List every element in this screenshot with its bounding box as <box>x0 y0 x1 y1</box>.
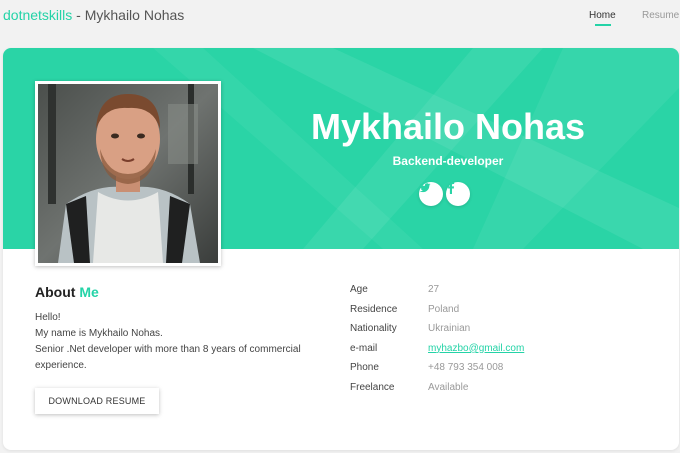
facebook-button[interactable] <box>446 182 470 206</box>
about-line: Hello! <box>35 312 61 323</box>
detail-row-email: e-mail myhazbo@gmail.com <box>350 343 650 363</box>
detail-label: Age <box>350 284 368 295</box>
about-line: My name is Mykhailo Nohas. <box>35 328 163 339</box>
detail-row-phone: Phone +48 793 354 008 <box>350 362 650 382</box>
detail-row-freelance: Freelance Available <box>350 382 650 402</box>
nav-active-indicator <box>595 24 611 26</box>
facebook-icon <box>448 182 455 194</box>
about-text: Hello! My name is Mykhailo Nohas. Senior… <box>35 310 325 374</box>
about-line: experience. <box>35 360 87 371</box>
personal-details-list: Age 27 Residence Poland Nationality Ukra… <box>350 284 650 402</box>
detail-label: Freelance <box>350 381 395 393</box>
detail-row-age: Age 27 <box>350 284 650 304</box>
detail-value: Available <box>428 381 469 393</box>
profile-card: Mykhailo Nohas Backend-developer About M… <box>3 48 679 450</box>
detail-label: Phone <box>350 362 379 374</box>
about-heading: About Me <box>35 284 99 300</box>
download-resume-button[interactable]: DOWNLOAD RESUME <box>35 388 159 414</box>
about-heading-accent: Me <box>79 284 99 300</box>
detail-label: Nationality <box>350 323 397 335</box>
detail-label: Residence <box>350 303 398 315</box>
profile-photo <box>35 81 221 266</box>
person-portrait-image <box>38 84 218 263</box>
site-brand[interactable]: dotnetskills - Mykhailo Nohas <box>3 7 184 23</box>
detail-value: 27 <box>428 284 440 295</box>
nav-resume-link[interactable]: Resume <box>642 10 679 21</box>
top-navbar: dotnetskills - Mykhailo Nohas Home Resum… <box>0 0 680 32</box>
nav-home-link[interactable]: Home <box>589 10 616 21</box>
twitter-icon <box>419 183 431 193</box>
about-line: Senior .Net developer with more than 8 y… <box>35 344 301 355</box>
profile-name: Mykhailo Nohas <box>310 106 586 147</box>
detail-value: Poland <box>428 303 460 315</box>
detail-row-nationality: Nationality Ukrainian <box>350 323 650 343</box>
brand-accent: dotnetskills <box>3 7 73 23</box>
detail-row-residence: Residence Poland <box>350 304 650 324</box>
brand-name: - Mykhailo Nohas <box>72 7 185 23</box>
email-link[interactable]: myhazbo@gmail.com <box>428 343 524 354</box>
twitter-button[interactable] <box>419 182 443 206</box>
detail-value: Ukrainian <box>428 323 471 335</box>
profile-role: Backend-developer <box>392 154 504 168</box>
detail-label: e-mail <box>350 342 378 354</box>
about-heading-prefix: About <box>35 284 76 300</box>
detail-value: +48 793 354 008 <box>428 362 504 374</box>
